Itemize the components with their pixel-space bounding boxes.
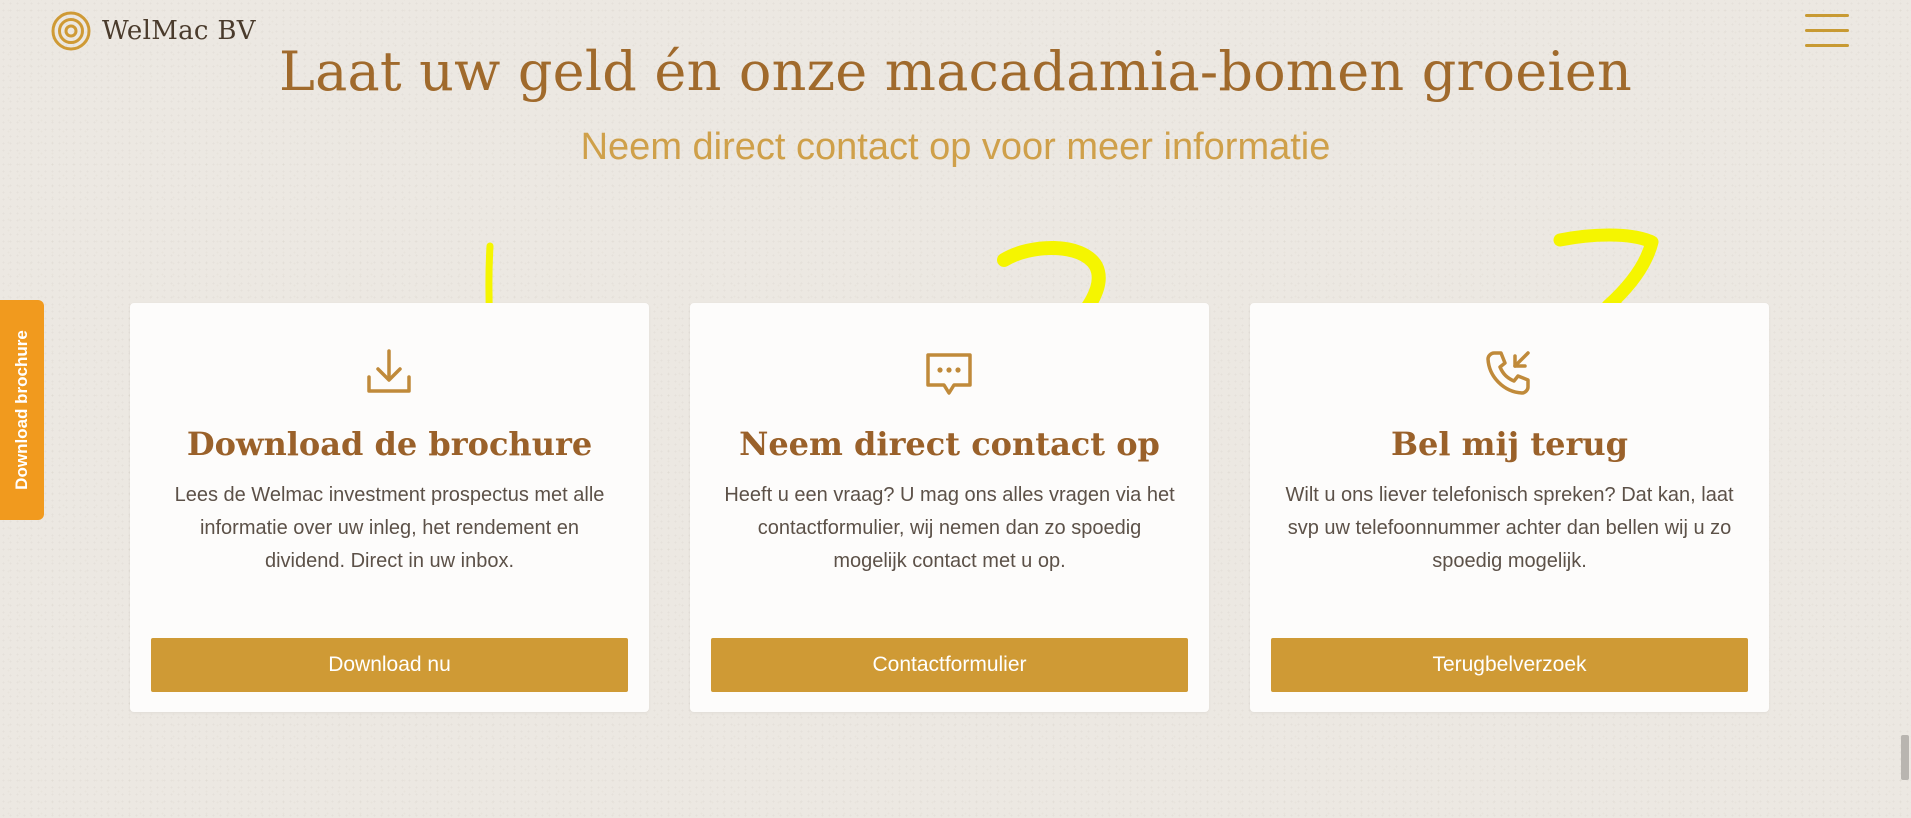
callback-request-button[interactable]: Terugbelverzoek (1271, 638, 1748, 692)
menu-bar (1805, 14, 1849, 17)
page-subtitle: Neem direct contact op voor meer informa… (580, 126, 1331, 168)
download-now-button[interactable]: Download nu (151, 638, 628, 692)
download-icon (367, 349, 411, 393)
card-description: Heeft u een vraag? U mag ons alles vrage… (724, 484, 1175, 572)
download-brochure-side-tab[interactable]: Download brochure (0, 300, 44, 520)
card-call-back: Bel mij terug Wilt u ons liever telefoni… (1250, 303, 1769, 712)
page-scrollbar-thumb[interactable] (1901, 735, 1909, 780)
page-title: Laat uw geld én onze macadamia-bomen gro… (279, 40, 1632, 103)
menu-bar (1805, 29, 1849, 32)
card-direct-contact: Neem direct contact op Heeft u een vraag… (690, 303, 1209, 712)
side-tab-label: Download brochure (12, 330, 31, 490)
card-download-brochure: Download de brochure Lees de Welmac inve… (130, 303, 649, 712)
card-title: Download de brochure (186, 425, 593, 463)
phone-callback-icon (1486, 351, 1530, 395)
card-title: Neem direct contact op (739, 425, 1160, 463)
card-title: Bel mij terug (1390, 425, 1629, 463)
card-description: Wilt u ons liever telefonisch spreken? D… (1285, 484, 1734, 572)
card-description: Lees de Welmac investment prospectus met… (174, 484, 605, 572)
contact-form-button[interactable]: Contactformulier (711, 638, 1188, 692)
chat-bubble-icon (926, 353, 972, 395)
